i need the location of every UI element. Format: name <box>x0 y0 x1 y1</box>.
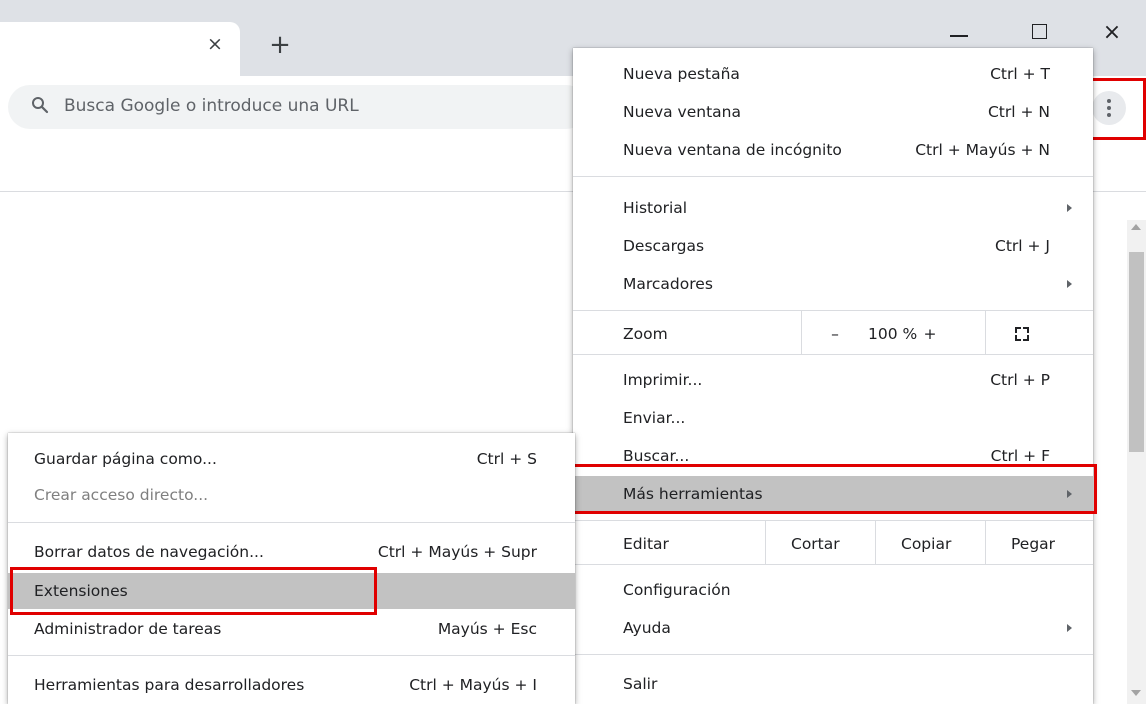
menu-separator <box>573 176 1093 177</box>
submenu-arrow-icon <box>1067 204 1072 212</box>
omnibox-placeholder[interactable]: Busca Google o introduce una URL <box>64 95 359 117</box>
menu-item-label: Zoom <box>623 325 668 343</box>
menu-item-label: Marcadores <box>623 275 713 293</box>
search-icon <box>32 97 49 114</box>
tab-close-icon[interactable]: × <box>205 34 225 54</box>
menu-item-label: Salir <box>623 675 658 693</box>
menu-separator <box>573 654 1093 655</box>
menu-item-label: Herramientas para desarrolladores <box>34 676 305 694</box>
zoom-divider <box>985 310 986 354</box>
fullscreen-icon[interactable] <box>1015 327 1029 341</box>
menu-separator <box>573 310 1093 311</box>
menu-separator <box>573 520 1093 521</box>
submenu-item-create-shortcut: Crear acceso directo... <box>8 477 575 513</box>
menu-item-label: Administrador de tareas <box>34 620 222 638</box>
menu-item-label: Guardar página como... <box>34 450 217 468</box>
submenu-item-save-page[interactable]: Guardar página como... Ctrl + S <box>8 441 575 477</box>
new-tab-button[interactable]: + <box>268 32 292 58</box>
menu-separator <box>573 564 1093 565</box>
menu-item-incognito[interactable]: Nueva ventana de incógnito Ctrl + Mayús … <box>573 132 1093 168</box>
scroll-up-arrow-icon[interactable] <box>1131 224 1141 230</box>
active-tab[interactable] <box>0 22 240 80</box>
menu-item-shortcut: Mayús + Esc <box>437 620 537 638</box>
menu-item-edit: Editar Cortar Copiar Pegar <box>573 526 1093 562</box>
menu-item-cast[interactable]: Enviar... <box>573 400 1093 436</box>
submenu-item-dev-tools[interactable]: Herramientas para desarrolladores Ctrl +… <box>8 667 575 703</box>
submenu-item-clear-data[interactable]: Borrar datos de navegación... Ctrl + May… <box>8 534 575 570</box>
menu-item-shortcut: Ctrl + S <box>476 450 537 468</box>
menu-item-shortcut: Ctrl + Mayús + Supr <box>377 543 537 561</box>
menu-item-new-tab[interactable]: Nueva pestaña Ctrl + T <box>573 56 1093 92</box>
menu-item-label: Crear acceso directo... <box>34 486 209 504</box>
menu-separator <box>573 354 1093 355</box>
highlight-extensions-box <box>10 567 377 615</box>
menu-item-help[interactable]: Ayuda <box>573 610 1093 646</box>
zoom-level: 100 % <box>868 325 918 343</box>
menu-item-downloads[interactable]: Descargas Ctrl + J <box>573 228 1093 264</box>
menu-item-shortcut: Ctrl + J <box>995 237 1050 255</box>
menu-item-zoom: Zoom – 100 % + <box>573 316 1093 352</box>
menu-item-label: Configuración <box>623 581 731 599</box>
edit-divider <box>875 520 876 564</box>
copy-button[interactable]: Copiar <box>901 526 951 562</box>
menu-item-new-window[interactable]: Nueva ventana Ctrl + N <box>573 94 1093 130</box>
edit-divider <box>985 520 986 564</box>
zoom-divider <box>801 310 802 354</box>
menu-item-label: Nueva ventana <box>623 103 741 121</box>
edit-divider <box>765 520 766 564</box>
menu-item-shortcut: Ctrl + Mayús + N <box>915 141 1050 159</box>
close-window-button[interactable]: × <box>1097 20 1127 46</box>
submenu-arrow-icon <box>1067 624 1072 632</box>
menu-item-print[interactable]: Imprimir... Ctrl + P <box>573 362 1093 398</box>
menu-item-label: Historial <box>623 199 688 217</box>
submenu-item-task-manager[interactable]: Administrador de tareas Mayús + Esc <box>8 611 575 647</box>
chrome-main-menu: Nueva pestaña Ctrl + T Nueva ventana Ctr… <box>573 48 1093 704</box>
menu-item-exit[interactable]: Salir <box>573 666 1093 702</box>
menu-item-label: Nueva pestaña <box>623 65 740 83</box>
submenu-arrow-icon <box>1067 280 1072 288</box>
menu-item-label: Nueva ventana de incógnito <box>623 141 842 159</box>
menu-item-label: Ayuda <box>623 619 671 637</box>
menu-item-history[interactable]: Historial <box>573 190 1093 226</box>
menu-item-shortcut: Ctrl + T <box>990 65 1050 83</box>
menu-item-label: Enviar... <box>623 409 686 427</box>
menu-item-label: Imprimir... <box>623 371 703 389</box>
menu-item-shortcut: Ctrl + Mayús + I <box>409 676 537 694</box>
menu-item-shortcut: Ctrl + N <box>987 103 1050 121</box>
menu-item-settings[interactable]: Configuración <box>573 572 1093 608</box>
cut-button[interactable]: Cortar <box>791 526 840 562</box>
minimize-button[interactable] <box>945 20 975 46</box>
highlight-more-tools-box <box>569 464 1097 514</box>
menu-separator <box>8 655 575 656</box>
scrollbar-thumb[interactable] <box>1129 252 1144 452</box>
menu-separator <box>8 522 575 523</box>
menu-item-shortcut: Ctrl + P <box>990 371 1050 389</box>
scroll-down-arrow-icon[interactable] <box>1131 690 1141 696</box>
menu-item-bookmarks[interactable]: Marcadores <box>573 266 1093 302</box>
menu-item-label: Editar <box>623 535 669 553</box>
maximize-button[interactable] <box>1025 20 1055 46</box>
zoom-out-button[interactable]: – <box>828 316 842 352</box>
menu-item-label: Descargas <box>623 237 705 255</box>
menu-item-label: Borrar datos de navegación... <box>34 543 264 561</box>
zoom-in-button[interactable]: + <box>923 316 937 352</box>
paste-button[interactable]: Pegar <box>1011 526 1055 562</box>
